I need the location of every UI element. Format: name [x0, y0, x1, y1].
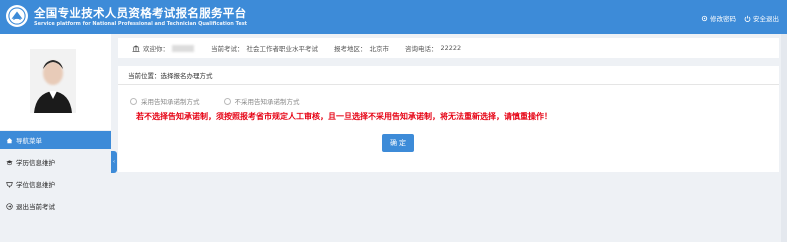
- platform-logo: [6, 5, 28, 27]
- warning-message: 若不选择告知承诺制，须按照报考省市规定人工审核，且一旦选择不采用告知承诺制，将无…: [136, 112, 552, 121]
- sidebar-item-label: 学历信息维护: [16, 159, 55, 167]
- confirm-button[interactable]: 确 定: [382, 134, 414, 152]
- logout-link[interactable]: 安全退出: [744, 13, 779, 23]
- avatar: [30, 49, 76, 113]
- radio-button[interactable]: [130, 97, 137, 105]
- user-info-bar: 欢迎你： 当前考试： 社会工作者职业水平考试 报考地区： 北京市 咨询电话： 2…: [118, 38, 779, 58]
- user-name-redacted: [172, 44, 194, 52]
- area-value: 北京市: [369, 45, 390, 53]
- graduation-cap-icon: [6, 159, 13, 165]
- nav-menu-label: 导航菜单: [16, 137, 42, 145]
- welcome-label: 欢迎你：: [143, 45, 169, 53]
- power-icon: [744, 15, 751, 22]
- radio-no-commitment[interactable]: 不采用告知承诺制方式: [223, 96, 300, 106]
- degree-icon: [6, 181, 13, 188]
- phone-value: 22222: [440, 44, 462, 52]
- radio-label: 采用告知承诺制方式: [141, 98, 200, 106]
- approval-method-options: 采用告知承诺制方式 不采用告知承诺制方式: [130, 96, 300, 106]
- right-edge-strip: [781, 34, 787, 242]
- platform-title: 全国专业技术人员资格考试报名服务平台: [34, 6, 247, 20]
- sidebar-item-education[interactable]: 学历信息维护: [0, 153, 111, 171]
- chevron-left-icon: ‹: [113, 159, 115, 165]
- gear-icon: [701, 15, 708, 21]
- sidebar-item-degree[interactable]: 学位信息维护: [0, 175, 111, 193]
- radio-commitment[interactable]: 采用告知承诺制方式: [130, 96, 200, 106]
- platform-subtitle: Service platform for National Profession…: [34, 21, 248, 27]
- change-password-link[interactable]: 修改密码: [701, 13, 736, 23]
- top-header: 全国专业技术人员资格考试报名服务平台 Service platform for …: [0, 0, 787, 34]
- sidebar: 导航菜单 学历信息维护 学位信息维护 退出当前考试: [0, 34, 111, 242]
- exam-label: 当前考试：: [211, 45, 244, 53]
- phone-label: 咨询电话：: [405, 45, 438, 53]
- header-links: 修改密码 安全退出: [701, 13, 779, 23]
- bank-icon: [132, 44, 140, 52]
- home-icon: [6, 137, 13, 143]
- radio-label: 不采用告知承诺制方式: [234, 98, 300, 106]
- main-panel: 当前位置：选择报名办理方式 采用告知承诺制方式 不采用告知承诺制方式 若不选择告…: [118, 66, 779, 172]
- sidebar-item-label: 退出当前考试: [16, 203, 55, 211]
- change-password-label: 修改密码: [710, 15, 736, 23]
- sidebar-item-label: 学位信息维护: [16, 181, 55, 189]
- breadcrumb: 当前位置：选择报名办理方式: [118, 66, 779, 85]
- logout-label: 安全退出: [753, 15, 779, 23]
- sidebar-collapse-toggle[interactable]: ‹: [111, 151, 117, 173]
- radio-button[interactable]: [223, 97, 231, 105]
- avatar-area: [0, 34, 111, 130]
- area-label: 报考地区：: [334, 45, 367, 53]
- nav-menu-header[interactable]: 导航菜单: [0, 131, 111, 149]
- exam-value: 社会工作者职业水平考试: [246, 45, 319, 53]
- page: 全国专业技术人员资格考试报名服务平台 Service platform for …: [0, 0, 787, 242]
- sidebar-item-exit-exam[interactable]: 退出当前考试: [0, 197, 111, 215]
- exit-icon: [6, 202, 13, 210]
